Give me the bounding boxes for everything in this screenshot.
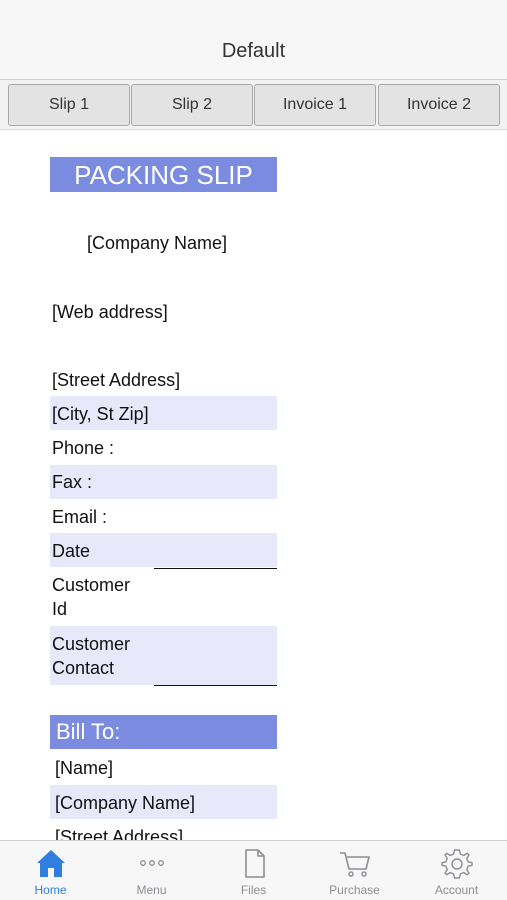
tab-slip-1[interactable]: Slip 1 (8, 84, 130, 126)
customer-contact-label-line-2: Contact (52, 658, 115, 678)
tabbar-label: Home (34, 883, 67, 897)
customer-id-label-line-1: Customer (52, 575, 131, 595)
tabbar-item-account[interactable]: Account (406, 841, 507, 900)
packing-slip-document[interactable]: PACKING SLIP [Company Name] [Web address… (0, 132, 507, 840)
email-label: Email : (52, 507, 108, 527)
tabbar-item-purchase[interactable]: Purchase (304, 841, 405, 900)
tab-slip-2[interactable]: Slip 2 (131, 84, 253, 126)
bill-to-company-name-field: [Company Name] (55, 793, 196, 813)
customer-id-label-line-2: Id (52, 599, 68, 619)
street-address-field: [Street Address] (52, 370, 181, 390)
tabbar-label: Purchase (329, 883, 380, 897)
tabbar-item-home[interactable]: Home (0, 841, 101, 900)
packing-slip-heading: PACKING SLIP (74, 160, 253, 190)
tab-invoice-1[interactable]: Invoice 1 (254, 84, 376, 126)
company-name-field: [Company Name] (87, 233, 228, 253)
tab-invoice-2[interactable]: Invoice 2 (378, 84, 500, 126)
date-underline (154, 568, 277, 569)
file-icon (244, 849, 265, 878)
tabbar-label: Menu (136, 883, 167, 897)
phone-label: Phone : (52, 438, 115, 458)
fax-label: Fax : (52, 472, 93, 492)
bill-to-name-field: [Name] (55, 758, 114, 778)
gear-icon (440, 849, 473, 879)
customer-contact-underline (154, 685, 277, 686)
date-label: Date (52, 541, 91, 561)
customer-contact-label-line-1: Customer (52, 634, 131, 654)
tabbar-item-menu[interactable]: Menu (101, 841, 202, 900)
bill-to-street-address-field: [Street Address] (55, 827, 184, 840)
cart-icon (339, 852, 370, 877)
page-title: Default (221, 40, 286, 62)
web-address-field: [Web address] (52, 302, 168, 322)
city-state-zip-field: [City, St Zip] (52, 404, 149, 424)
tabbar-item-files[interactable]: Files (203, 841, 304, 900)
tabbar-label: Account (434, 883, 479, 897)
template-tab-strip: Slip 1 Slip 2 Invoice 1 Invoice 2 (0, 80, 507, 130)
home-icon (36, 850, 65, 877)
bill-to-heading: Bill To: (56, 719, 121, 744)
bottom-tab-bar: Home Menu Files Purchase Account (0, 840, 507, 900)
more-icon (139, 860, 164, 866)
tabbar-label: Files (240, 883, 267, 897)
navigation-bar: Default (0, 0, 507, 80)
